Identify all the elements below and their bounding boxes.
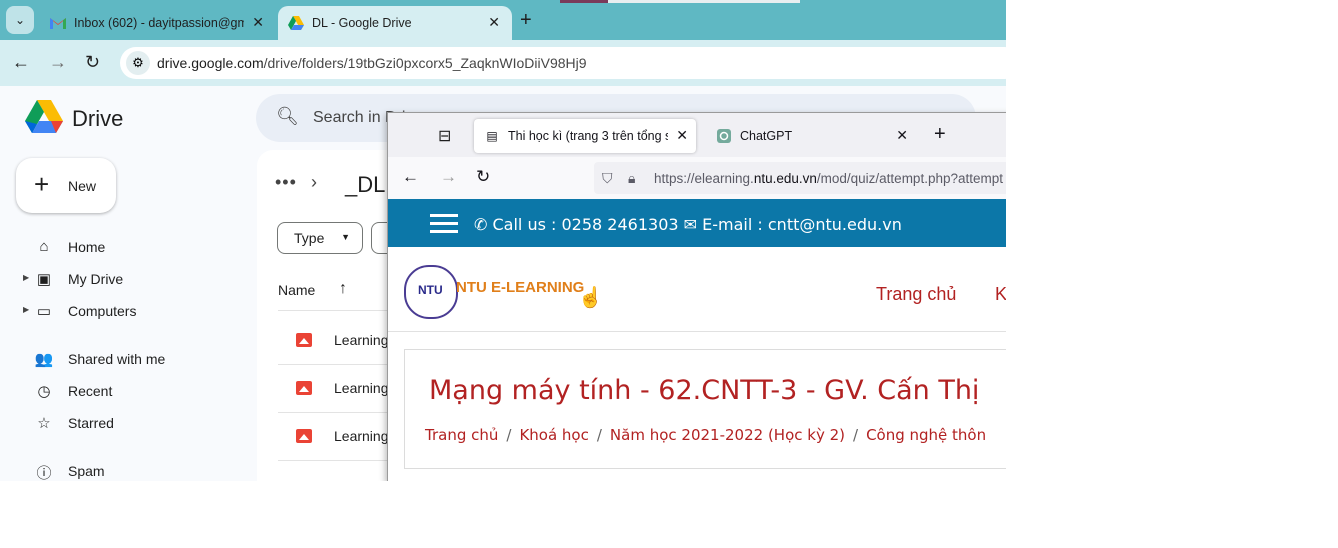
course-header-card: Mạng máy tính - 62.CNTT-3 - GV. Cấn Thị …	[404, 349, 1006, 469]
star-icon: ☆	[37, 415, 51, 432]
site-info-icon[interactable]: ⚙	[126, 51, 150, 75]
plus-icon: +	[34, 169, 50, 199]
dropdown-arrow-icon: ▼	[341, 232, 350, 242]
sort-arrow-up-icon[interactable]: ↑	[339, 280, 347, 298]
forward-arrow-icon[interactable]: →	[440, 167, 457, 187]
image-file-icon	[296, 381, 312, 395]
gmail-icon	[50, 15, 66, 31]
home-icon: ⌂	[39, 238, 49, 255]
chrome-tab-strip: ⌄ Inbox (602) - dayitpassion@gmail.com ✕…	[0, 0, 1006, 40]
close-tab-icon[interactable]: ✕	[252, 14, 264, 31]
hamburger-menu-icon[interactable]	[430, 214, 458, 234]
new-tab-button[interactable]: +	[934, 123, 946, 146]
address-url: https://elearning.ntu.edu.vn/mod/quiz/at…	[654, 171, 1003, 186]
tab-chatgpt[interactable]: ChatGPT ✕	[706, 119, 916, 153]
breadcrumb-link[interactable]: Trang chủ	[425, 426, 498, 444]
firefox-toolbar: ← → ↻ ⛉ 🔒︎ https://elearning.ntu.edu.vn/…	[388, 157, 1006, 200]
filter-type-chip[interactable]: Type ▼	[277, 222, 363, 254]
chevron-right-icon: ›	[311, 172, 317, 192]
chatgpt-icon	[716, 128, 732, 144]
image-file-icon	[296, 333, 312, 347]
reload-icon[interactable]: ↻	[85, 52, 100, 73]
drive-icon	[288, 15, 304, 31]
firefox-address-bar[interactable]: ⛉ 🔒︎ https://elearning.ntu.edu.vn/mod/qu…	[594, 162, 1006, 194]
reload-icon[interactable]: ↻	[476, 167, 490, 187]
firefox-tab-bar: ⊟ ▤ Thi học kì (trang 3 trên tổng số) ✕ …	[388, 113, 1006, 157]
tab-label: DL - Google Drive	[312, 16, 412, 30]
search-icon[interactable]: 🔍︎	[276, 106, 299, 127]
breadcrumb-link[interactable]: Năm học 2021-2022 (Học kỳ 2)	[610, 426, 845, 444]
site-brand[interactable]: NTU E-LEARNING	[456, 279, 584, 296]
back-arrow-icon[interactable]: ←	[402, 167, 419, 187]
close-tab-icon[interactable]: ✕	[896, 127, 908, 144]
email-text: E-mail : cntt@ntu.edu.vn	[702, 215, 902, 234]
firefox-view-icon[interactable]: ⊟	[438, 126, 451, 146]
tab-quiz[interactable]: ▤ Thi học kì (trang 3 trên tổng số) ✕	[474, 119, 696, 153]
nav-link-home[interactable]: Trang chủ	[876, 284, 956, 305]
site-header: NTU NTU E-LEARNING ☝ Trang chủ K	[388, 247, 1006, 332]
new-button[interactable]: + New	[16, 158, 116, 213]
current-folder[interactable]: _DL	[345, 172, 385, 198]
tab-search-button[interactable]: ⌄	[6, 6, 34, 34]
tab-label: Thi học kì (trang 3 trên tổng số)	[508, 129, 668, 143]
computer-icon: ▭	[36, 303, 52, 320]
chrome-toolbar: ← → ↻ ⚙ drive.google.com/drive/folders/1…	[0, 40, 1006, 86]
phone-text: Call us : 0258 2461303	[492, 215, 679, 234]
address-bar[interactable]: ⚙ drive.google.com/drive/folders/19tbGzi…	[120, 47, 1006, 79]
forward-arrow-icon[interactable]: →	[49, 52, 67, 73]
tab-strip-accent-light	[608, 0, 800, 3]
tab-gmail[interactable]: Inbox (602) - dayitpassion@gmail.com ✕	[40, 6, 276, 40]
contact-info: ✆ Call us : 0258 2461303 ✉ E-mail : cntt…	[474, 215, 902, 234]
shield-icon[interactable]: ⛉	[602, 170, 613, 187]
expand-arrow-icon[interactable]: ▶	[23, 305, 29, 314]
mail-icon: ✉	[683, 215, 698, 234]
clock-icon: ◷	[37, 383, 51, 400]
expand-arrow-icon[interactable]: ▶	[23, 273, 29, 282]
contact-bar: ✆ Call us : 0258 2461303 ✉ E-mail : cntt…	[388, 199, 1006, 247]
address-url: drive.google.com/drive/folders/19tbGzi0p…	[157, 55, 587, 71]
screenshot-region: ⌄ Inbox (602) - dayitpassion@gmail.com ✕…	[0, 0, 1006, 481]
drive-logo-icon[interactable]	[25, 100, 63, 139]
spam-icon: ⓘ	[36, 465, 52, 481]
page-icon: ▤	[486, 129, 498, 143]
course-title: Mạng máy tính - 62.CNTT-3 - GV. Cấn Thị	[429, 375, 980, 406]
back-arrow-icon[interactable]: ←	[12, 52, 30, 73]
breadcrumb: Trang chủ / Khoá học / Năm học 2021-2022 (Họ…	[425, 426, 987, 444]
ntu-logo[interactable]: NTU	[404, 265, 458, 319]
app-title: Drive	[72, 106, 124, 131]
phone-icon: ✆	[474, 215, 488, 234]
breadcrumb-link[interactable]: Khoá học	[519, 426, 588, 444]
close-tab-icon[interactable]: ✕	[488, 14, 500, 31]
people-icon: 👥	[34, 351, 54, 368]
lock-icon[interactable]: 🔒︎	[628, 170, 635, 187]
firefox-window: ⊟ ▤ Thi học kì (trang 3 trên tổng số) ✕ …	[387, 112, 1006, 481]
nav-link-courses[interactable]: K	[995, 284, 1006, 305]
new-tab-button[interactable]: +	[520, 9, 532, 32]
my-drive-icon: ▣	[36, 271, 52, 288]
tab-strip-accent	[560, 0, 608, 3]
chevron-down-icon: ⌄	[14, 13, 26, 27]
close-tab-icon[interactable]: ✕	[676, 127, 688, 144]
pointer-hand-icon: ☝	[578, 287, 603, 309]
new-button-label: New	[68, 178, 97, 194]
tab-label: ChatGPT	[740, 129, 793, 143]
tab-drive[interactable]: DL - Google Drive ✕	[278, 6, 512, 40]
tab-label: Inbox (602) - dayitpassion@gmail.com	[74, 16, 244, 30]
column-name-header[interactable]: Name	[278, 282, 315, 298]
image-file-icon	[296, 429, 312, 443]
breadcrumb-link[interactable]: Công nghệ thôn	[866, 426, 986, 444]
more-breadcrumbs-icon[interactable]: •••	[275, 172, 297, 193]
